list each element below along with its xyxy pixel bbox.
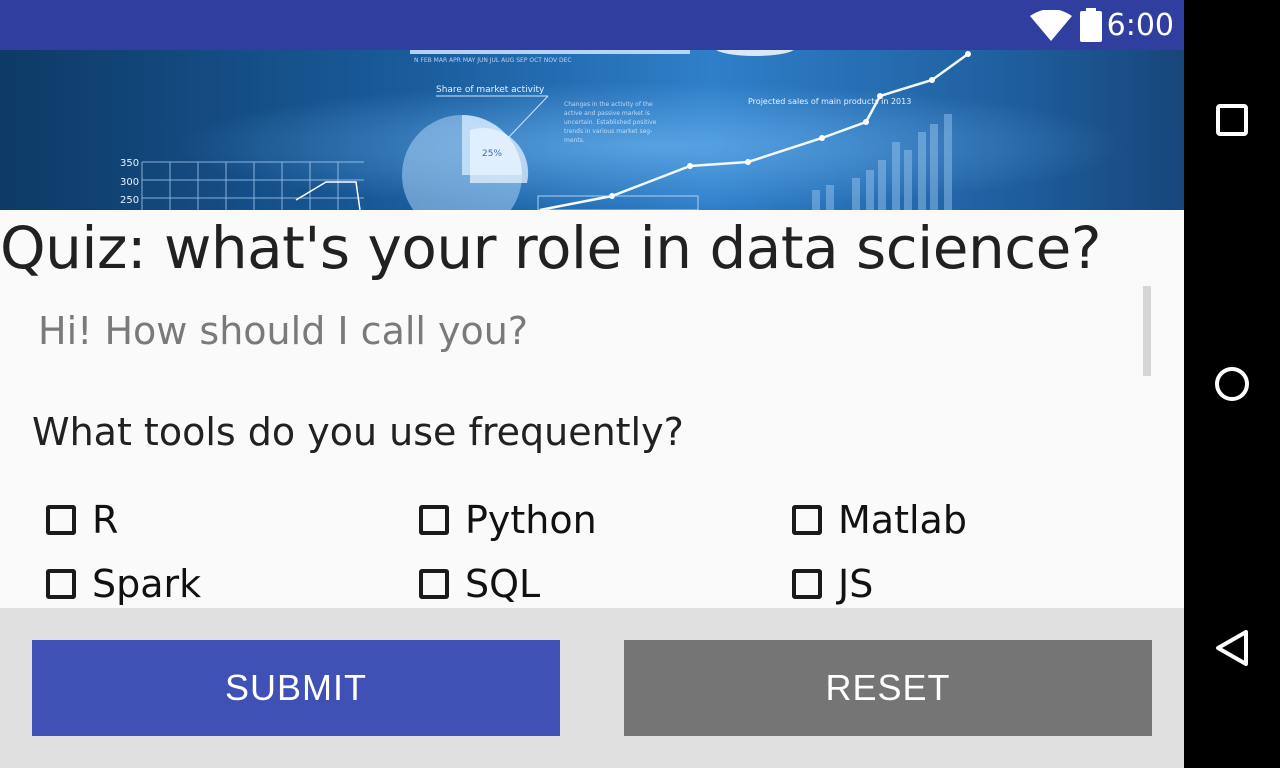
name-input[interactable]	[38, 302, 1128, 360]
checkbox-spark[interactable]	[46, 569, 76, 599]
svg-text:active and passive market is: active and passive market is	[564, 110, 650, 117]
navigation-bar	[1184, 0, 1280, 768]
option-matlab[interactable]: Matlab	[778, 494, 967, 546]
option-label: Python	[465, 498, 597, 542]
button-bar: SUBMIT RESET	[0, 608, 1184, 768]
svg-text:ments.: ments.	[564, 137, 585, 144]
option-spark[interactable]: Spark	[32, 558, 201, 608]
triangle-back-icon[interactable]	[1204, 620, 1260, 676]
checkbox-python[interactable]	[419, 505, 449, 535]
status-time: 6:00	[1106, 8, 1174, 43]
page-title: Quiz: what's your role in data science?	[0, 214, 1102, 282]
checkbox-js[interactable]	[792, 569, 822, 599]
form-scroll-area[interactable]: What tools do you use frequently? R Pyth…	[0, 286, 1184, 608]
reset-button[interactable]: RESET	[624, 640, 1152, 736]
question-label: What tools do you use frequently?	[32, 410, 684, 454]
banner-projected-label: Projected sales of main products in 2013	[748, 97, 911, 106]
option-python[interactable]: Python	[405, 494, 597, 546]
checkbox-matlab[interactable]	[792, 505, 822, 535]
option-label: Matlab	[838, 498, 967, 542]
scrollbar[interactable]	[1143, 286, 1151, 376]
option-sql[interactable]: SQL	[405, 558, 540, 608]
banner-axis-350: 350	[120, 158, 139, 169]
banner-image: N FEB MAR APR MAY JUN JUL AUG SEP OCT NO…	[0, 50, 1184, 210]
svg-text:trends in various market seg-: trends in various market seg-	[564, 128, 652, 135]
banner-pie-label: 25%	[482, 149, 502, 159]
svg-text:N FEB MAR APR MAY JUN JU: N FEB MAR APR MAY JUN JUL AUG SEP OCT NO…	[414, 57, 572, 64]
battery-icon	[1080, 8, 1102, 42]
checkbox-sql[interactable]	[419, 569, 449, 599]
banner-share-label: Share of market activity	[436, 85, 545, 95]
circle-home-icon[interactable]	[1204, 356, 1260, 412]
checkbox-r[interactable]	[46, 505, 76, 535]
banner-axis-250: 250	[120, 195, 139, 206]
app-screen: 6:00 N FEB MAR APR MAY JUN JUL AUG SEP O…	[0, 0, 1184, 768]
option-label: Spark	[92, 562, 202, 606]
option-r[interactable]: R	[32, 494, 118, 546]
data-analytics-banner-image: N FEB MAR APR MAY JUN JUL AUG SEP OCT NO…	[0, 50, 1184, 210]
banner-axis-300: 300	[120, 177, 139, 188]
svg-text:Changes in the activity of the: Changes in the activity of the	[564, 101, 653, 108]
option-label: JS	[838, 562, 874, 606]
option-js[interactable]: JS	[778, 558, 873, 608]
submit-button[interactable]: SUBMIT	[32, 640, 560, 736]
square-recents-icon[interactable]	[1204, 92, 1260, 148]
option-label: R	[92, 498, 119, 542]
status-bar: 6:00	[0, 0, 1184, 50]
wifi-icon	[1030, 10, 1072, 41]
option-label: SQL	[465, 562, 541, 606]
svg-text:uncertain. Established positiv: uncertain. Established positive	[564, 119, 657, 126]
